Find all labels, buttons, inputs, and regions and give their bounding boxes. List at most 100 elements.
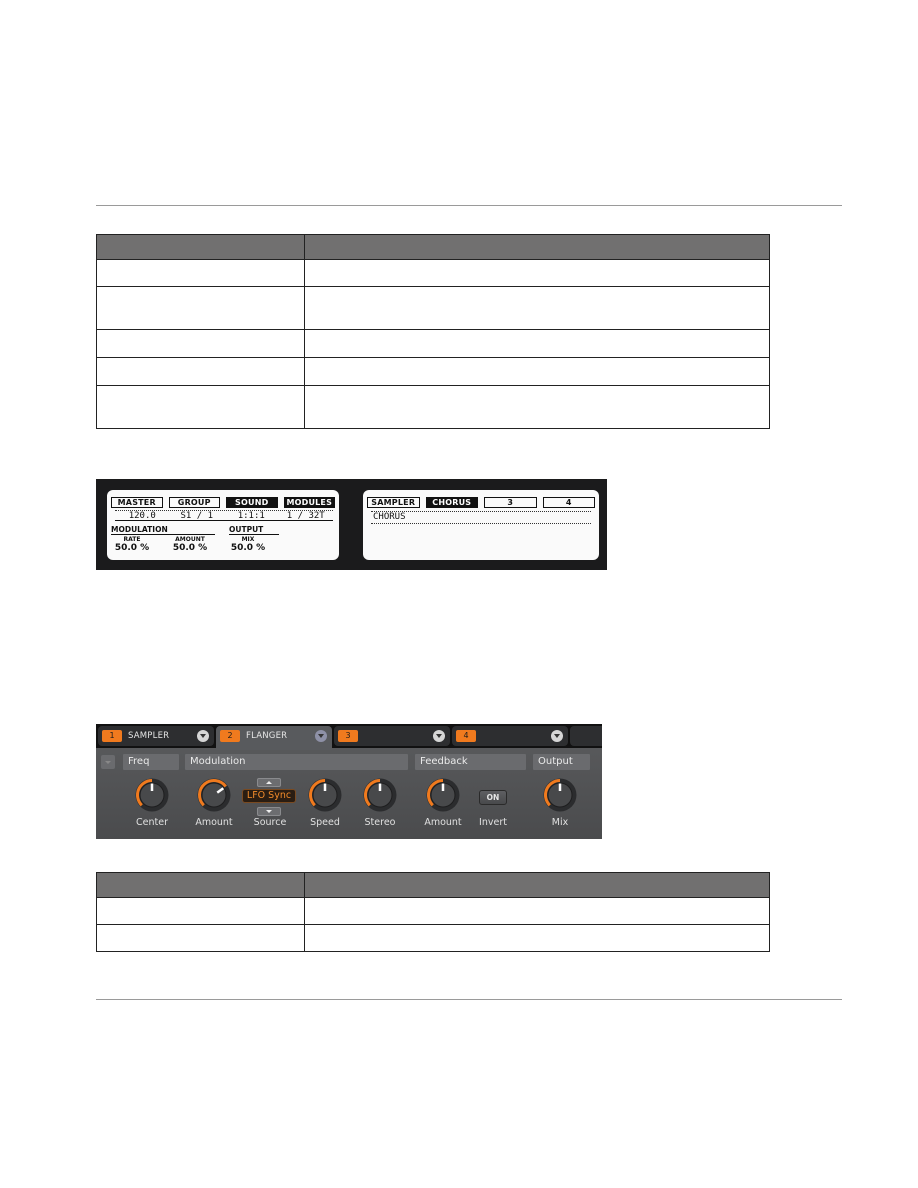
chevron-down-icon[interactable] — [315, 730, 327, 742]
source-selector[interactable]: LFO Sync — [242, 789, 296, 803]
invert-toggle[interactable]: ON — [479, 790, 507, 805]
display-param-mix: MIX 50.0 % — [225, 536, 271, 553]
mix-label: Mix — [551, 817, 569, 828]
table-cell — [304, 897, 770, 925]
display-param-rate: RATE 50.0 % — [109, 536, 155, 553]
plugin-slot-4[interactable]: 4 — [452, 726, 568, 746]
table-cell — [96, 924, 305, 952]
table-row — [96, 897, 770, 925]
param-value: 50.0 % — [230, 543, 266, 553]
param-value: 50.0 % — [114, 543, 150, 553]
display-section-output: OUTPUT — [229, 525, 279, 535]
plugin-slot-3[interactable]: 3 — [334, 726, 450, 746]
group-value: S1 / 1 — [180, 511, 213, 521]
plugin-slot-2[interactable]: 2 FLANGER — [216, 726, 332, 750]
table-cell — [304, 924, 770, 952]
display-tab-master: MASTER — [111, 497, 163, 508]
table-cell — [304, 286, 770, 330]
table-header-row — [96, 234, 770, 260]
slot-number: 3 — [338, 730, 358, 742]
display-tab-chorus: CHORUS — [425, 497, 478, 508]
display-tab-sampler: SAMPLER — [367, 497, 420, 508]
feedback-amount-knob[interactable] — [426, 778, 460, 812]
section-feedback: Feedback — [415, 754, 526, 770]
table-row — [96, 357, 770, 386]
invert-label: Invert — [479, 817, 507, 828]
source-up-button[interactable] — [257, 778, 281, 787]
table-cell — [96, 897, 305, 925]
modulation-amount-knob[interactable] — [197, 778, 231, 812]
display-tab-sound: SOUND — [226, 497, 278, 508]
table-row — [96, 924, 770, 952]
flanger-plugin-panel: 1 SAMPLER 2 FLANGER 3 4 Freq Modulation … — [96, 724, 602, 839]
slot-number: 2 — [220, 730, 240, 742]
param-value: 50.0 % — [172, 543, 208, 553]
table-cell — [96, 259, 305, 287]
collapse-button[interactable] — [101, 755, 115, 769]
table-header-cell — [96, 872, 305, 898]
table-cell — [96, 357, 305, 386]
stereo-label: Stereo — [364, 817, 396, 828]
table-row — [96, 286, 770, 330]
source-label: Source — [253, 817, 287, 828]
slot-name: FLANGER — [246, 731, 288, 741]
table-cell — [304, 357, 770, 386]
table-cell — [304, 329, 770, 358]
center-label: Center — [136, 817, 168, 828]
slot-name: SAMPLER — [128, 731, 170, 741]
parameter-table-1 — [96, 234, 770, 429]
left-display-values: 120.0 S1 / 1 1:1:1 1 / 32T — [115, 510, 333, 521]
table-header-cell — [304, 872, 770, 898]
display-tab-group: GROUP — [168, 497, 220, 508]
section-modulation: Modulation — [185, 754, 408, 770]
table-header-cell — [96, 234, 305, 260]
top-divider — [96, 205, 842, 206]
source-down-button[interactable] — [257, 807, 281, 816]
chevron-down-icon[interactable] — [197, 730, 209, 742]
table-row — [96, 329, 770, 358]
table-header-row — [96, 872, 770, 898]
left-display-tabs: MASTER GROUP SOUND MODULES — [111, 497, 335, 508]
display-tab-4: 4 — [542, 497, 595, 508]
plugin-slot-empty[interactable] — [570, 726, 602, 746]
table-header-cell — [304, 234, 770, 260]
chevron-down-icon[interactable] — [551, 730, 563, 742]
plugin-slot-1[interactable]: 1 SAMPLER — [98, 726, 214, 746]
section-output: Output — [533, 754, 590, 770]
table-cell — [304, 385, 770, 429]
table-cell — [96, 329, 305, 358]
mix-knob[interactable] — [543, 778, 577, 812]
bottom-divider — [96, 999, 842, 1000]
module-name: CHORUS — [371, 511, 591, 524]
slot-number: 1 — [102, 730, 122, 742]
param-label: MIX — [241, 536, 255, 543]
display-param-amount: AMOUNT 50.0 % — [167, 536, 213, 553]
section-freq: Freq — [123, 754, 179, 770]
param-label: AMOUNT — [175, 536, 205, 543]
display-tab-3: 3 — [484, 497, 537, 508]
parameter-table-2 — [96, 872, 770, 952]
right-display-tabs: SAMPLER CHORUS 3 4 — [367, 497, 595, 508]
chevron-down-icon[interactable] — [433, 730, 445, 742]
tempo-value: 120.0 — [128, 511, 156, 521]
speed-label: Speed — [310, 817, 340, 828]
right-display: SAMPLER CHORUS 3 4 CHORUS — [363, 490, 599, 560]
plugin-slot-bar: 1 SAMPLER 2 FLANGER 3 4 — [96, 724, 602, 750]
center-knob[interactable] — [135, 778, 169, 812]
slot-number: 4 — [456, 730, 476, 742]
swing-value: 1 / 32T — [286, 511, 325, 521]
table-cell — [304, 259, 770, 287]
stereo-knob[interactable] — [363, 778, 397, 812]
table-row — [96, 385, 770, 429]
display-tab-modules: MODULES — [283, 497, 335, 508]
table-cell — [96, 385, 305, 429]
param-label: RATE — [123, 536, 141, 543]
position-value: 1:1:1 — [237, 511, 265, 521]
table-cell — [96, 286, 305, 330]
display-section-modulation: MODULATION — [111, 525, 215, 535]
hardware-display-screenshot: MASTER GROUP SOUND MODULES 120.0 S1 / 1 … — [96, 479, 607, 570]
speed-knob[interactable] — [308, 778, 342, 812]
table-row — [96, 259, 770, 287]
knob-cap — [201, 782, 227, 808]
modulation-amount-label: Amount — [195, 817, 233, 828]
